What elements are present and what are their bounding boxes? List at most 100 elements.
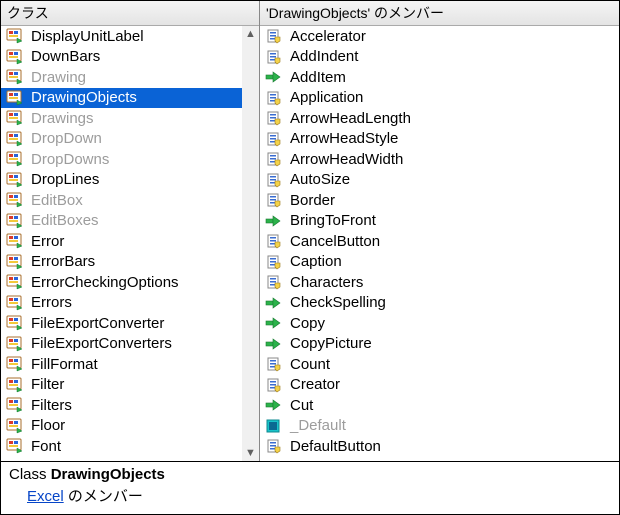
right-item[interactable]: Creator — [260, 375, 619, 396]
left-item[interactable]: DisplayUnitLabel — [1, 26, 242, 47]
property-icon — [264, 377, 284, 393]
method-icon — [264, 213, 284, 229]
excel-link[interactable]: Excel — [27, 488, 64, 505]
right-item-label: CancelButton — [290, 233, 380, 250]
right-item[interactable]: BringToFront — [260, 211, 619, 232]
right-item[interactable]: Application — [260, 88, 619, 109]
scroll-up-icon[interactable]: ▲ — [245, 28, 256, 40]
left-item-label: ErrorBars — [31, 253, 95, 270]
classes-list-wrap: DisplayUnitLabelDownBarsDrawingDrawingOb… — [1, 26, 259, 461]
class-icon — [5, 295, 25, 311]
right-item[interactable]: AddItem — [260, 67, 619, 88]
left-item[interactable]: Drawing — [1, 67, 242, 88]
left-item[interactable]: ErrorCheckingOptions — [1, 272, 242, 293]
left-item-label: Errors — [31, 294, 72, 311]
property-icon — [264, 254, 284, 270]
left-item-label: FileExportConverters — [31, 335, 172, 352]
left-item-label: DropLines — [31, 171, 99, 188]
left-item[interactable]: FileExportConverters — [1, 334, 242, 355]
right-item[interactable]: ArrowHeadStyle — [260, 129, 619, 150]
right-item-label: ArrowHeadStyle — [290, 130, 398, 147]
right-item-label: ArrowHeadWidth — [290, 151, 403, 168]
right-item[interactable]: Copy — [260, 313, 619, 334]
class-icon — [5, 49, 25, 65]
right-item[interactable]: AutoSize — [260, 170, 619, 191]
details-panel: Class DrawingObjects Excel のメンバー — [0, 462, 620, 515]
class-icon — [5, 438, 25, 454]
left-item[interactable]: Filter — [1, 375, 242, 396]
property-icon — [264, 131, 284, 147]
class-icon — [5, 377, 25, 393]
left-item-label: ErrorCheckingOptions — [31, 274, 179, 291]
class-icon — [5, 315, 25, 331]
property-icon — [264, 172, 284, 188]
right-item[interactable]: CancelButton — [260, 231, 619, 252]
right-item-label: Border — [290, 192, 335, 209]
left-item[interactable]: FillFormat — [1, 354, 242, 375]
right-item[interactable]: CopyPicture — [260, 334, 619, 355]
member-line: Excel のメンバー — [9, 485, 611, 506]
property-icon — [264, 356, 284, 372]
class-icon — [5, 356, 25, 372]
right-item-label: Characters — [290, 274, 363, 291]
right-item[interactable]: ArrowHeadWidth — [260, 149, 619, 170]
left-item-label: Filter — [31, 376, 64, 393]
method-icon — [264, 295, 284, 311]
class-icon — [5, 336, 25, 352]
right-item[interactable]: _Default — [260, 416, 619, 437]
right-item[interactable]: Border — [260, 190, 619, 211]
left-item[interactable]: EditBoxes — [1, 211, 242, 232]
method-icon — [264, 397, 284, 413]
left-item-label: Font — [31, 438, 61, 455]
right-item[interactable]: Accelerator — [260, 26, 619, 47]
right-item-label: ArrowHeadLength — [290, 110, 411, 127]
right-item[interactable]: AddIndent — [260, 47, 619, 68]
right-item-label: DefaultButton — [290, 438, 381, 455]
property-icon — [264, 233, 284, 249]
left-item-label: Floor — [31, 417, 65, 434]
left-item[interactable]: DropDown — [1, 129, 242, 150]
property-icon — [264, 28, 284, 44]
left-item[interactable]: Drawings — [1, 108, 242, 129]
right-item-label: AddItem — [290, 69, 346, 86]
right-item[interactable]: Count — [260, 354, 619, 375]
right-item[interactable]: CheckSpelling — [260, 293, 619, 314]
left-item[interactable]: DropLines — [1, 170, 242, 191]
left-item[interactable]: Font — [1, 436, 242, 457]
object-browser-panes: クラス DisplayUnitLabelDownBarsDrawingDrawi… — [0, 0, 620, 462]
left-item[interactable]: EditBox — [1, 190, 242, 211]
left-item[interactable]: Errors — [1, 293, 242, 314]
left-item[interactable]: Floor — [1, 416, 242, 437]
class-icon — [5, 274, 25, 290]
property-icon — [264, 274, 284, 290]
left-item-label: EditBox — [31, 192, 83, 209]
method-icon — [264, 69, 284, 85]
right-item[interactable]: ArrowHeadLength — [260, 108, 619, 129]
left-item[interactable]: ErrorBars — [1, 252, 242, 273]
left-item[interactable]: DownBars — [1, 47, 242, 68]
scroll-down-icon[interactable]: ▼ — [245, 447, 256, 459]
left-item[interactable]: Error — [1, 231, 242, 252]
class-icon — [5, 131, 25, 147]
left-item[interactable]: Filters — [1, 395, 242, 416]
right-item[interactable]: Cut — [260, 395, 619, 416]
right-item[interactable]: Caption — [260, 252, 619, 273]
members-list[interactable]: AcceleratorAddIndentAddItemApplicationAr… — [260, 26, 619, 461]
right-item-label: AddIndent — [290, 48, 358, 65]
left-item[interactable]: DropDowns — [1, 149, 242, 170]
left-item-label: EditBoxes — [31, 212, 99, 229]
class-icon — [5, 418, 25, 434]
classes-scrollbar[interactable]: ▲ ▼ — [242, 26, 259, 461]
class-label: Class — [9, 466, 51, 483]
classes-list[interactable]: DisplayUnitLabelDownBarsDrawingDrawingOb… — [1, 26, 242, 461]
right-item-label: CheckSpelling — [290, 294, 386, 311]
left-item[interactable]: FileExportConverter — [1, 313, 242, 334]
right-item-label: Caption — [290, 253, 342, 270]
classes-pane: クラス DisplayUnitLabelDownBarsDrawingDrawi… — [1, 1, 260, 461]
right-item[interactable]: DefaultButton — [260, 436, 619, 457]
classes-header: クラス — [1, 1, 259, 26]
right-item[interactable]: Characters — [260, 272, 619, 293]
left-item[interactable]: DrawingObjects — [1, 88, 242, 109]
left-item-label: DrawingObjects — [31, 89, 137, 106]
class-icon — [5, 172, 25, 188]
